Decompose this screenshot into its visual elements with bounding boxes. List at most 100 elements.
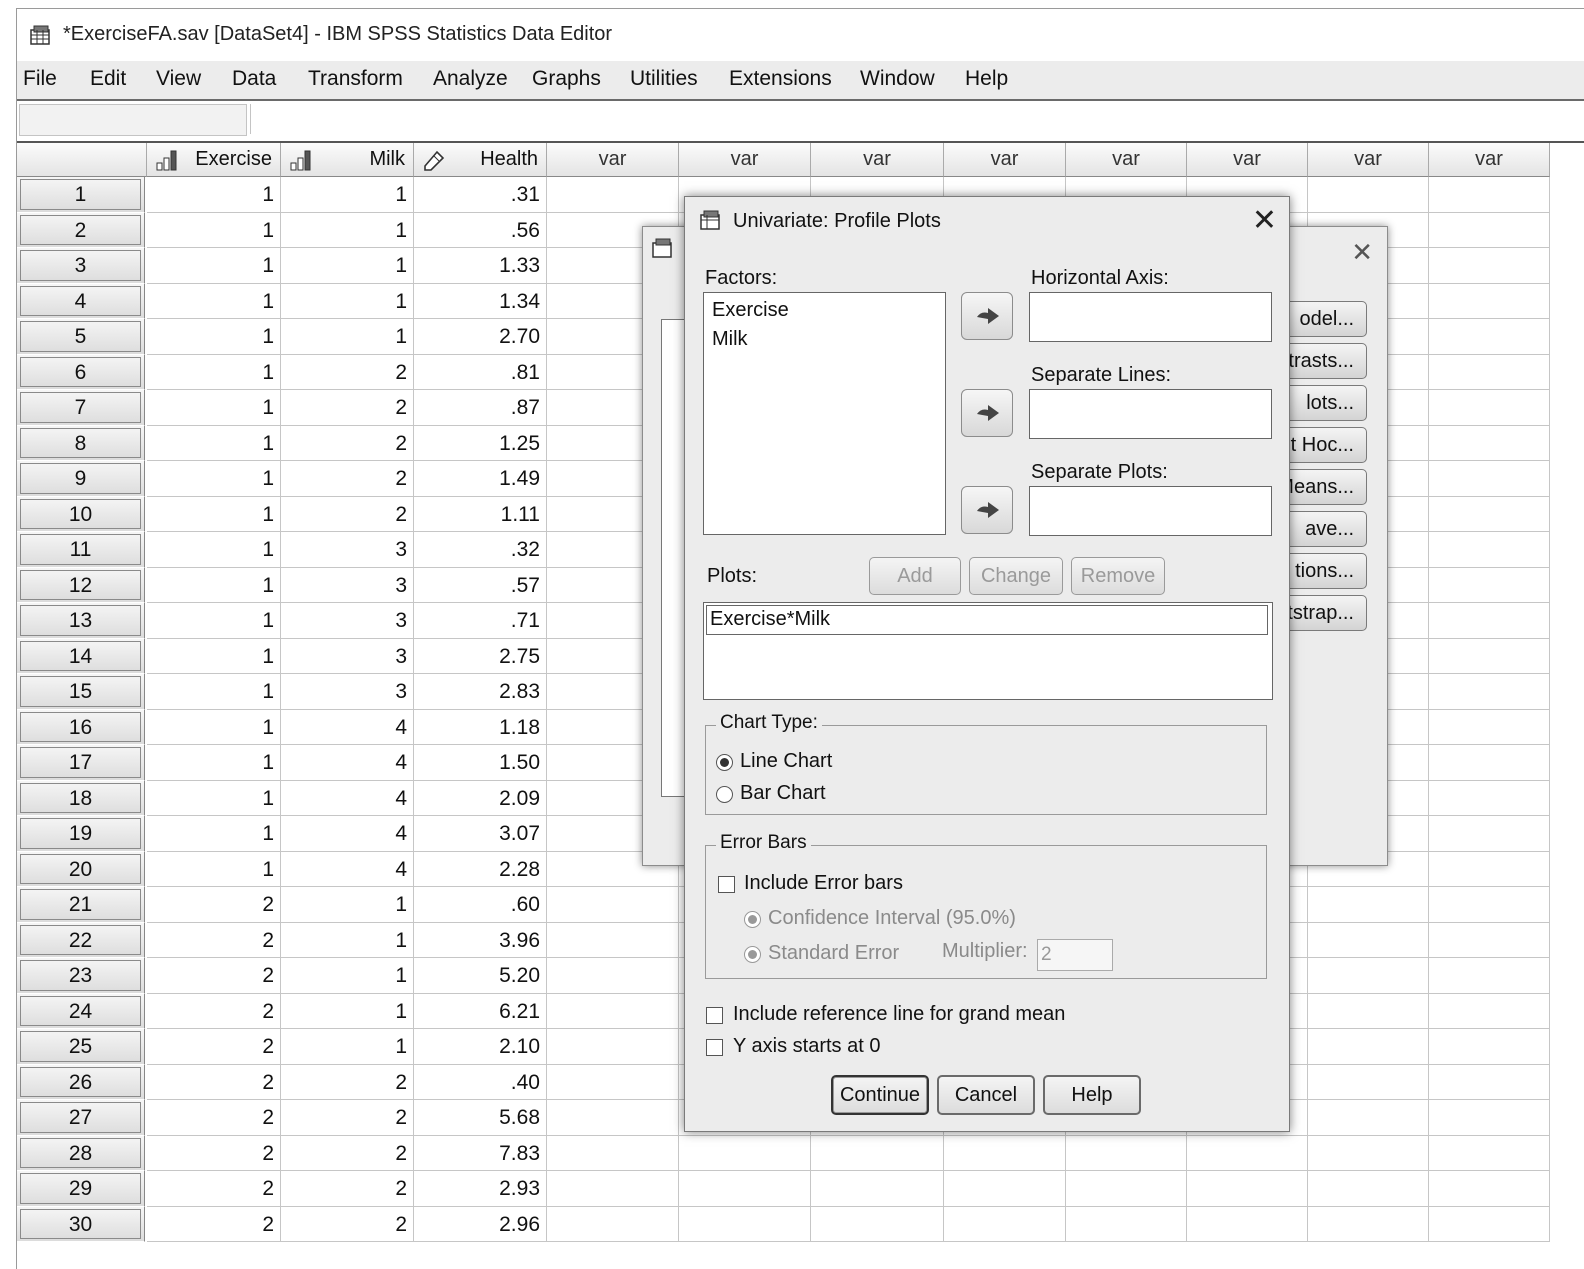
menu-transform[interactable]: Transform	[308, 67, 403, 91]
empty-cell[interactable]	[1187, 1206, 1308, 1242]
row-header[interactable]: 15	[17, 674, 145, 710]
empty-cell[interactable]	[1429, 1171, 1550, 1207]
table-cell[interactable]: 1	[147, 425, 281, 461]
move-to-separate-lines-button[interactable]	[961, 389, 1013, 437]
table-cell[interactable]: 2	[281, 1100, 414, 1136]
row-header[interactable]: 9	[17, 461, 145, 497]
column-header-var[interactable]: var	[1066, 143, 1187, 177]
table-cell[interactable]: 1.33	[414, 248, 547, 284]
table-cell[interactable]: 1	[281, 212, 414, 248]
table-cell[interactable]: 5.68	[414, 1100, 547, 1136]
table-cell[interactable]: 1.11	[414, 496, 547, 532]
table-cell[interactable]: 1	[147, 851, 281, 887]
row-header[interactable]: 4	[17, 283, 145, 319]
empty-cell[interactable]	[1429, 887, 1550, 923]
table-cell[interactable]: 1	[281, 319, 414, 355]
row-header[interactable]: 28	[17, 1135, 145, 1171]
row-header[interactable]: 20	[17, 851, 145, 887]
row-header[interactable]: 8	[17, 425, 145, 461]
table-cell[interactable]: .57	[414, 567, 547, 603]
empty-cell[interactable]	[1066, 1171, 1187, 1207]
menu-graphs[interactable]: Graphs	[532, 67, 601, 91]
table-cell[interactable]: .31	[414, 177, 547, 213]
empty-cell[interactable]	[1187, 1171, 1308, 1207]
menu-utilities[interactable]: Utilities	[630, 67, 698, 91]
column-header-exercise[interactable]: Exercise	[147, 143, 281, 177]
table-cell[interactable]: 4	[281, 780, 414, 816]
table-cell[interactable]: 1	[147, 283, 281, 319]
empty-cell[interactable]	[547, 887, 679, 923]
row-header[interactable]: 29	[17, 1171, 145, 1207]
empty-cell[interactable]	[1429, 958, 1550, 994]
confidence-interval-radio[interactable]	[744, 911, 761, 928]
table-cell[interactable]: 1	[147, 638, 281, 674]
row-header[interactable]: 12	[17, 567, 145, 603]
table-cell[interactable]: 2	[281, 1206, 414, 1242]
empty-cell[interactable]	[1429, 709, 1550, 745]
table-cell[interactable]: 1	[281, 283, 414, 319]
row-header[interactable]: 1	[17, 177, 145, 213]
table-cell[interactable]: .56	[414, 212, 547, 248]
table-cell[interactable]: 1.25	[414, 425, 547, 461]
table-cell[interactable]: 2	[281, 1135, 414, 1171]
help-button[interactable]: Help	[1043, 1075, 1141, 1115]
table-cell[interactable]: 1	[281, 958, 414, 994]
column-header-health[interactable]: Health	[414, 143, 547, 177]
column-header-var[interactable]: var	[944, 143, 1066, 177]
plots-list[interactable]: Exercise*Milk	[703, 602, 1273, 700]
empty-cell[interactable]	[1429, 461, 1550, 497]
table-cell[interactable]: 1	[147, 496, 281, 532]
table-cell[interactable]: 2.09	[414, 780, 547, 816]
table-cell[interactable]: .87	[414, 390, 547, 426]
empty-cell[interactable]	[679, 1206, 811, 1242]
row-header[interactable]: 21	[17, 887, 145, 923]
row-header[interactable]: 26	[17, 1064, 145, 1100]
line-chart-radio[interactable]	[716, 754, 733, 771]
close-icon[interactable]: ✕	[1351, 237, 1373, 268]
empty-cell[interactable]	[1308, 993, 1429, 1029]
row-header[interactable]: 23	[17, 958, 145, 994]
table-cell[interactable]: 2	[147, 1135, 281, 1171]
table-cell[interactable]: 1	[147, 461, 281, 497]
empty-cell[interactable]	[811, 1171, 944, 1207]
empty-cell[interactable]	[547, 1100, 679, 1136]
empty-cell[interactable]	[944, 1206, 1066, 1242]
list-item[interactable]: Milk	[712, 328, 748, 351]
table-cell[interactable]: 3	[281, 567, 414, 603]
empty-cell[interactable]	[547, 1171, 679, 1207]
empty-cell[interactable]	[1429, 1100, 1550, 1136]
empty-cell[interactable]	[1429, 248, 1550, 284]
include-error-bars-checkbox[interactable]	[718, 876, 735, 893]
empty-cell[interactable]	[1308, 922, 1429, 958]
menu-analyze[interactable]: Analyze	[433, 67, 508, 91]
empty-cell[interactable]	[811, 1135, 944, 1171]
y-axis-zero-checkbox[interactable]	[706, 1039, 723, 1056]
standard-error-radio[interactable]	[744, 946, 761, 963]
empty-cell[interactable]	[1066, 1206, 1187, 1242]
menu-file[interactable]: File	[23, 67, 57, 91]
table-cell[interactable]: 7.83	[414, 1135, 547, 1171]
empty-cell[interactable]	[679, 1135, 811, 1171]
table-cell[interactable]: 1	[147, 816, 281, 852]
table-cell[interactable]: 2	[147, 1171, 281, 1207]
empty-cell[interactable]	[944, 1171, 1066, 1207]
row-header[interactable]: 13	[17, 603, 145, 639]
table-cell[interactable]: 2	[281, 425, 414, 461]
table-cell[interactable]: 1.18	[414, 709, 547, 745]
table-cell[interactable]: 1	[147, 354, 281, 390]
empty-cell[interactable]	[547, 1206, 679, 1242]
empty-cell[interactable]	[1308, 1029, 1429, 1065]
row-header[interactable]: 6	[17, 354, 145, 390]
table-cell[interactable]: 1	[147, 212, 281, 248]
table-cell[interactable]: 1	[281, 248, 414, 284]
row-header[interactable]: 19	[17, 816, 145, 852]
table-cell[interactable]: 4	[281, 745, 414, 781]
table-cell[interactable]: 1	[147, 745, 281, 781]
table-cell[interactable]: 1.34	[414, 283, 547, 319]
table-cell[interactable]: 1	[147, 674, 281, 710]
empty-cell[interactable]	[1429, 1206, 1550, 1242]
table-cell[interactable]: 4	[281, 851, 414, 887]
continue-button[interactable]: Continue	[831, 1075, 929, 1115]
row-header[interactable]: 25	[17, 1029, 145, 1065]
horizontal-axis-field[interactable]	[1029, 292, 1272, 342]
